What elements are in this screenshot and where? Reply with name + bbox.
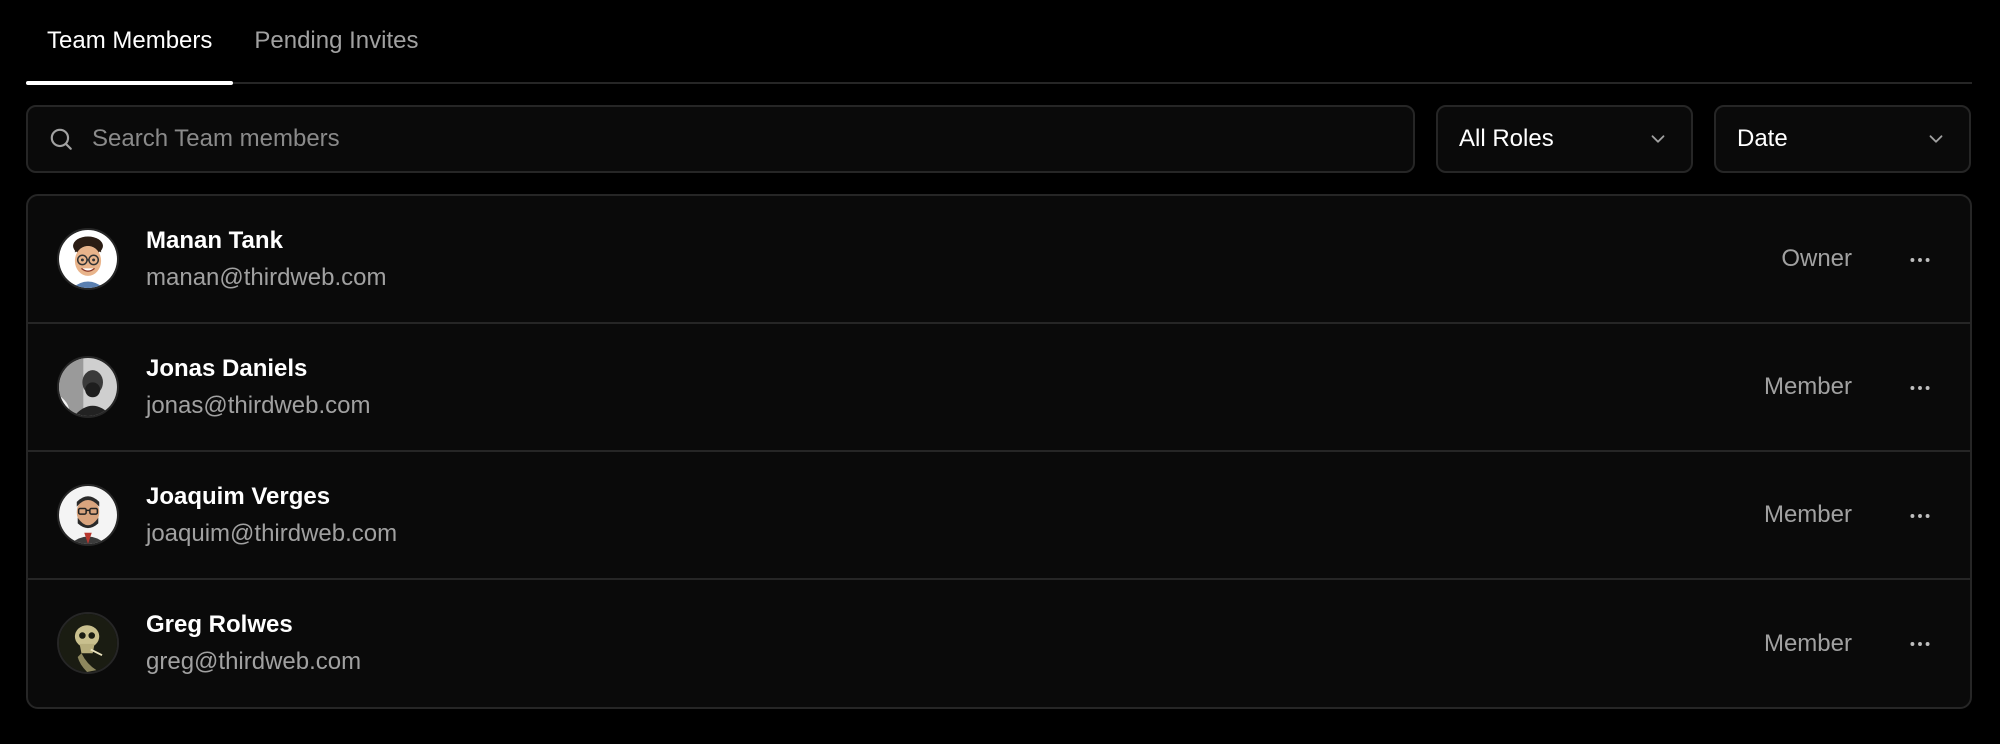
member-role: Member <box>1763 501 1852 528</box>
chevron-down-icon <box>1929 135 1943 143</box>
ellipsis-icon <box>1910 386 1930 390</box>
member-info: Manan Tank manan@thirdweb.com <box>146 226 386 293</box>
member-info: Joaquim Verges joaquim@thirdweb.com <box>146 482 397 549</box>
more-actions-button[interactable] <box>1900 368 1940 408</box>
member-name: Manan Tank <box>146 227 283 254</box>
illustrated-avatar <box>57 484 119 546</box>
search-input[interactable] <box>92 107 1413 171</box>
search-icon <box>50 128 72 150</box>
member-name: Jonas Daniels <box>146 355 308 382</box>
member-name: Joaquim Verges <box>146 483 331 510</box>
tab-bar: Team Members Pending Invites <box>26 0 1972 85</box>
ellipsis-icon <box>1910 514 1930 518</box>
member-email: greg@thirdweb.com <box>146 648 362 675</box>
sort-select[interactable]: Date <box>1714 105 1971 173</box>
member-row: Greg Rolwes greg@thirdweb.com Member <box>28 580 1970 707</box>
member-info: Greg Rolwes greg@thirdweb.com <box>146 610 361 677</box>
role-filter-select[interactable]: All Roles <box>1436 105 1693 173</box>
more-actions-button[interactable] <box>1900 624 1940 664</box>
member-email: jonas@thirdweb.com <box>146 392 371 419</box>
member-info: Jonas Daniels jonas@thirdweb.com <box>146 354 370 421</box>
sort-value: Date <box>1737 125 1788 152</box>
search-box[interactable] <box>26 105 1415 173</box>
tab-team-members[interactable]: Team Members <box>26 0 234 85</box>
member-role: Member <box>1763 629 1852 657</box>
chevron-down-icon <box>1651 135 1665 143</box>
more-actions-button[interactable] <box>1900 496 1940 536</box>
bw-photo-avatar <box>57 356 119 418</box>
ellipsis-icon <box>1910 642 1930 646</box>
team-members-page: Team Members Pending Invites All Roles D… <box>0 0 2000 744</box>
member-email: joaquim@thirdweb.com <box>146 520 398 547</box>
role-filter-value: All Roles <box>1459 125 1554 152</box>
member-role: Member <box>1763 373 1852 400</box>
tab-label: Pending Invites <box>254 27 419 54</box>
member-row: Jonas Daniels jonas@thirdweb.com Member <box>28 324 1970 452</box>
skull-painting-avatar <box>57 612 119 674</box>
memoji-avatar <box>57 228 119 290</box>
tab-pending-invites[interactable]: Pending Invites <box>233 0 439 82</box>
member-role: Owner <box>1781 245 1852 272</box>
member-list: Manan Tank manan@thirdweb.com Owner Jona… <box>26 194 1972 709</box>
member-email: manan@thirdweb.com <box>146 264 387 291</box>
member-name: Greg Rolwes <box>146 611 293 638</box>
ellipsis-icon <box>1910 258 1930 262</box>
member-row: Manan Tank manan@thirdweb.com Owner <box>28 196 1970 324</box>
more-actions-button[interactable] <box>1900 240 1940 280</box>
tab-label: Team Members <box>47 27 213 54</box>
member-row: Joaquim Verges joaquim@thirdweb.com Memb… <box>28 452 1970 580</box>
